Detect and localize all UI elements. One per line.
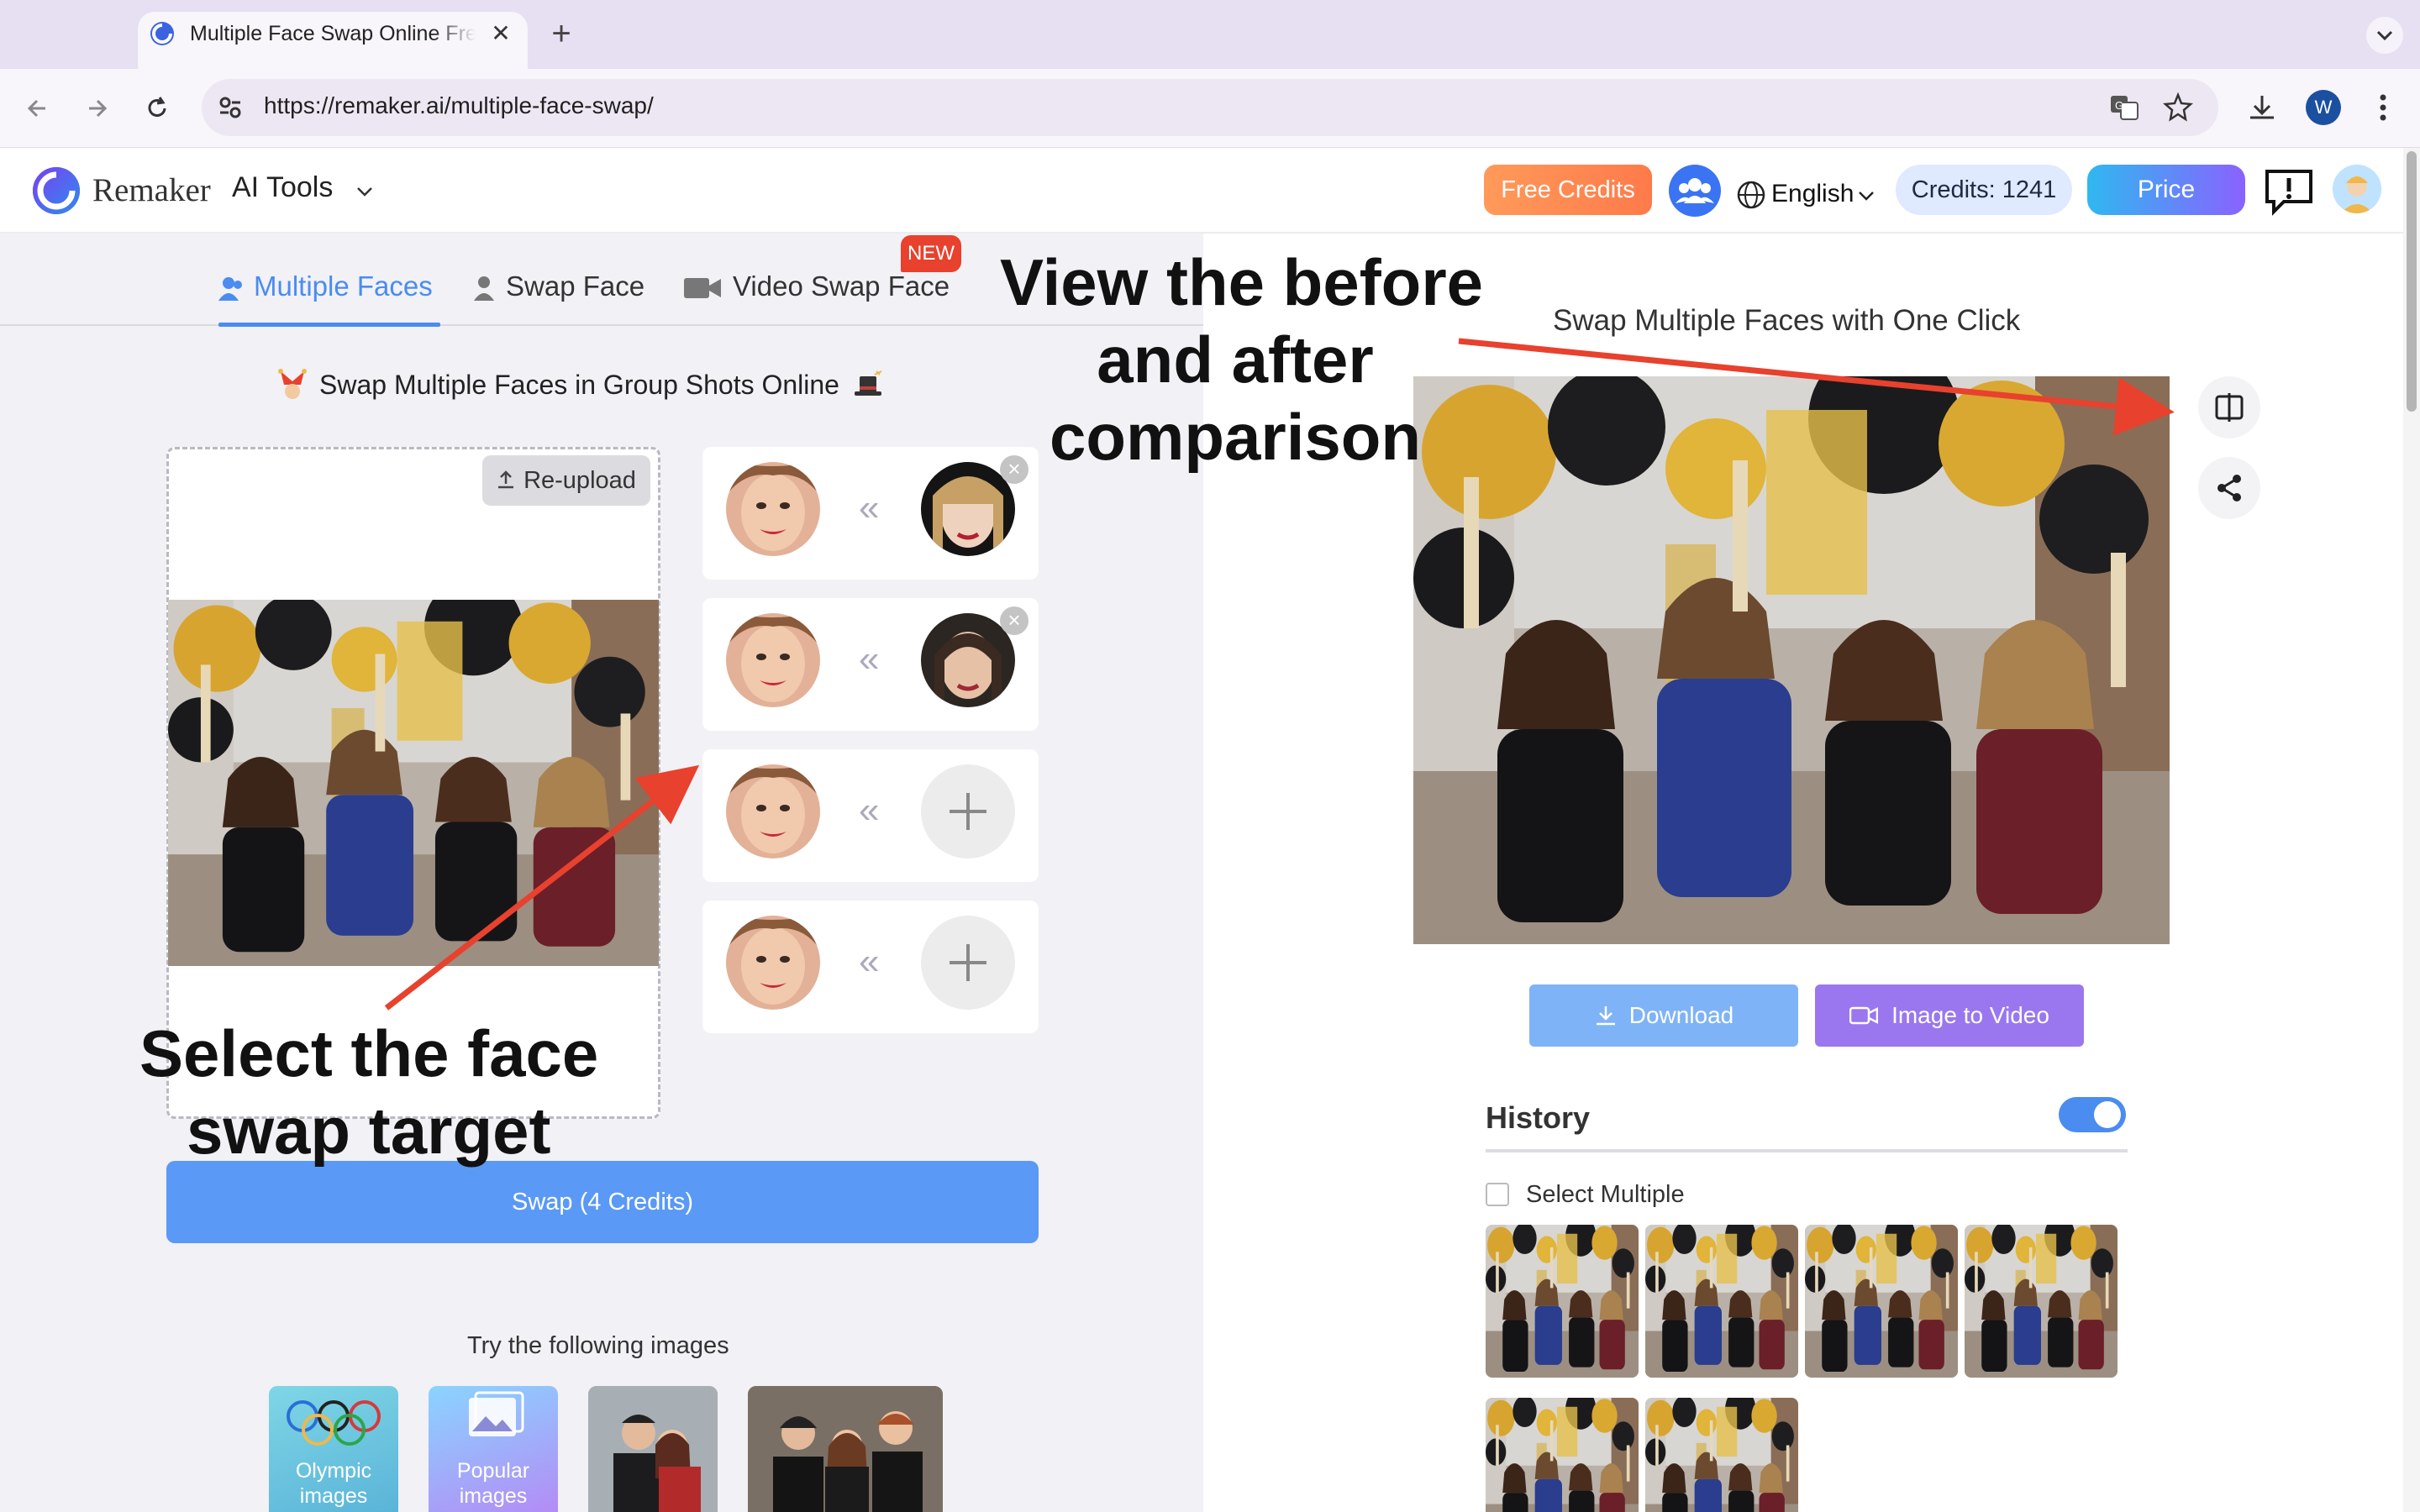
annotation-line: comparison: [1049, 400, 1422, 474]
annotation-select-target: Select the face swap target: [139, 1015, 598, 1169]
annotation-line: View the before: [1000, 245, 1484, 319]
arrow-to-compare: [1458, 338, 2175, 436]
annotation-line: and after: [1097, 323, 1374, 396]
annotation-before-after: View the before and after comparison: [1000, 244, 1484, 475]
annotation-line: swap target: [187, 1094, 551, 1168]
annotation-arrows: [384, 338, 2175, 1011]
annotation-line: Select the face: [139, 1016, 599, 1090]
arrow-to-face-target: [384, 764, 700, 1011]
